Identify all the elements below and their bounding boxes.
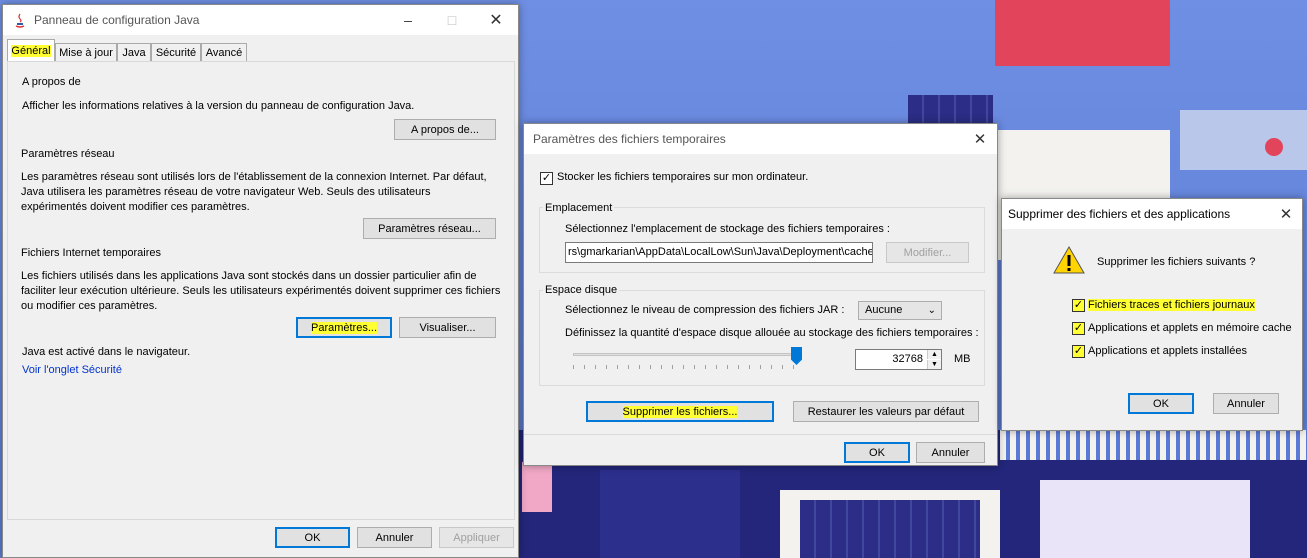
tab-advanced[interactable]: Avancé <box>201 43 247 61</box>
network-settings-button[interactable]: Paramètres réseau... <box>363 218 496 239</box>
dialog-title-bar: Supprimer des fichiers et des applicatio… <box>1002 199 1302 229</box>
delete-option-label: Fichiers traces et fichiers journaux <box>1088 299 1255 311</box>
disk-space-unit: MB <box>954 353 971 365</box>
minimize-button[interactable]: – <box>385 5 431 35</box>
chevron-down-icon: ⌄ <box>927 305 936 316</box>
disk-space-group-label: Espace disque <box>543 284 620 296</box>
network-heading: Paramètres réseau <box>21 148 115 160</box>
close-icon[interactable]: ✕ <box>1268 199 1304 229</box>
dialog-title: Supprimer des fichiers et des applicatio… <box>1008 207 1231 221</box>
compression-label: Sélectionnez le niveau de compression de… <box>565 304 845 316</box>
ok-button[interactable]: OK <box>844 442 910 463</box>
slider-thumb[interactable] <box>791 347 802 365</box>
ok-button[interactable]: OK <box>275 527 350 548</box>
ok-button[interactable]: OK <box>1128 393 1194 414</box>
delete-files-button[interactable]: Supprimer les fichiers... <box>586 401 774 422</box>
cancel-button[interactable]: Annuler <box>1213 393 1279 414</box>
slider-ticks <box>573 365 797 369</box>
compression-select[interactable]: Aucune ⌄ <box>858 301 942 320</box>
disk-space-value: 32768 <box>892 353 923 365</box>
about-button[interactable]: A propos de... <box>394 119 496 140</box>
restore-defaults-button[interactable]: Restaurer les valeurs par défaut <box>793 401 979 422</box>
disk-space-slider[interactable] <box>573 346 803 372</box>
close-button[interactable]: ✕ <box>473 5 519 35</box>
delete-option-checkbox[interactable]: ✓ <box>1072 299 1085 312</box>
slider-track <box>573 353 797 356</box>
delete-option-label: Applications et applets installées <box>1088 345 1247 357</box>
tab-content-general: A propos de Afficher les informations re… <box>7 61 515 520</box>
apply-button[interactable]: Appliquer <box>439 527 514 548</box>
temp-files-heading: Fichiers Internet temporaires <box>21 247 161 259</box>
disk-space-spinner[interactable]: 32768 ▲ ▼ <box>855 349 942 370</box>
tab-update[interactable]: Mise à jour <box>55 43 117 61</box>
window-title: Panneau de configuration Java <box>34 13 200 27</box>
delete-question: Supprimer les fichiers suivants ? <box>1097 256 1256 268</box>
title-bar: Panneau de configuration Java – □ ✕ <box>3 5 518 35</box>
spinner-up-icon[interactable]: ▲ <box>927 350 941 359</box>
keep-temp-files-checkbox[interactable]: ✓ <box>540 172 553 185</box>
tab-java[interactable]: Java <box>117 43 151 61</box>
close-icon[interactable]: ✕ <box>962 124 998 154</box>
about-description: Afficher les informations relatives à la… <box>22 100 415 112</box>
compression-selected-value: Aucune <box>865 304 903 316</box>
delete-option-checkbox[interactable]: ✓ <box>1072 345 1085 358</box>
delete-option-checkbox[interactable]: ✓ <box>1072 322 1085 335</box>
tab-security[interactable]: Sécurité <box>151 43 201 61</box>
disk-space-label: Définissez la quantité d'espace disque a… <box>565 327 979 339</box>
java-icon <box>13 12 27 28</box>
modify-location-button[interactable]: Modifier... <box>886 242 969 263</box>
location-group <box>539 207 985 273</box>
warning-icon <box>1052 245 1086 275</box>
spinner-down-icon[interactable]: ▼ <box>927 360 941 369</box>
temp-files-settings-button[interactable]: Paramètres... <box>296 317 392 338</box>
location-instruction: Sélectionnez l'emplacement de stockage d… <box>565 223 890 235</box>
temp-files-settings-dialog: Paramètres des fichiers temporaires ✕ ✓ … <box>523 123 998 466</box>
delete-files-dialog: Supprimer des fichiers et des applicatio… <box>1001 198 1303 431</box>
java-control-panel-window: Panneau de configuration Java – □ ✕ Géné… <box>2 4 519 558</box>
network-description: Les paramètres réseau sont utilisés lors… <box>21 171 487 213</box>
about-heading: A propos de <box>22 76 81 88</box>
cancel-button[interactable]: Annuler <box>357 527 432 548</box>
cache-path-field[interactable]: rs\gmarkarian\AppData\LocalLow\Sun\Java\… <box>565 242 873 263</box>
view-files-button[interactable]: Visualiser... <box>399 317 496 338</box>
temp-files-description: Les fichiers utilisés dans les applicati… <box>21 270 501 312</box>
dialog-title: Paramètres des fichiers temporaires <box>533 132 726 146</box>
dialog-title-bar: Paramètres des fichiers temporaires ✕ <box>524 124 997 154</box>
maximize-button[interactable]: □ <box>429 5 475 35</box>
java-browser-status: Java est activé dans le navigateur. <box>22 346 191 358</box>
location-group-label: Emplacement <box>543 202 615 214</box>
security-tab-link[interactable]: Voir l'onglet Sécurité <box>22 364 122 376</box>
delete-option-label: Applications et applets en mémoire cache <box>1088 322 1292 334</box>
cancel-button[interactable]: Annuler <box>916 442 985 463</box>
keep-temp-files-label: Stocker les fichiers temporaires sur mon… <box>557 171 809 183</box>
tab-general[interactable]: Général <box>7 39 55 62</box>
